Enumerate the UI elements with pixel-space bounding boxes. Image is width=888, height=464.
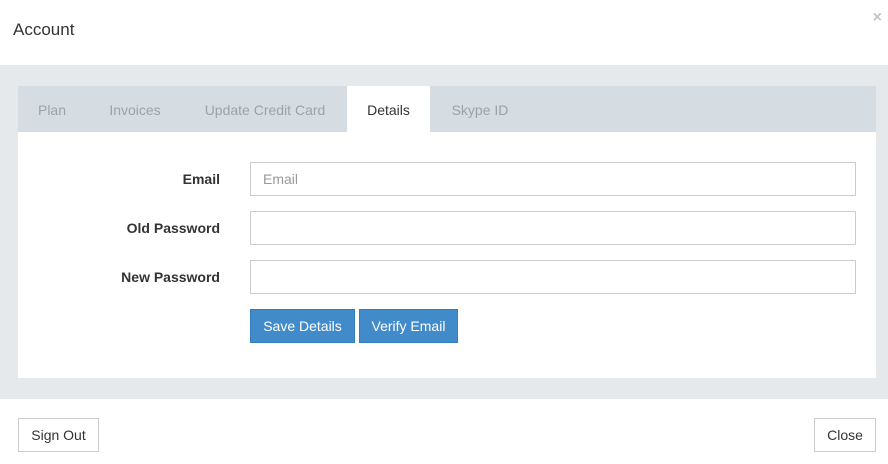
modal-header: Account × xyxy=(0,0,888,65)
modal-body: Plan Invoices Update Credit Card Details… xyxy=(0,65,888,399)
tab-plan[interactable]: Plan xyxy=(18,86,86,132)
email-label: Email xyxy=(182,171,220,187)
new-password-input[interactable] xyxy=(250,260,856,294)
modal-title: Account xyxy=(13,20,75,39)
close-icon[interactable]: × xyxy=(873,10,882,26)
new-password-label: New Password xyxy=(121,269,220,285)
old-password-label: Old Password xyxy=(126,220,220,236)
tab-update-credit-card[interactable]: Update Credit Card xyxy=(184,86,346,132)
sign-out-button[interactable]: Sign Out xyxy=(18,418,99,452)
tab-details[interactable]: Details xyxy=(347,86,430,132)
old-password-input[interactable] xyxy=(250,211,856,245)
email-input[interactable] xyxy=(250,162,856,196)
modal-footer: Sign Out Close xyxy=(0,399,888,464)
tab-skype-id[interactable]: Skype ID xyxy=(430,86,530,132)
details-panel: Email Old Password New Password Save Det… xyxy=(18,132,876,378)
close-button[interactable]: Close xyxy=(814,418,876,452)
tabs-bar: Plan Invoices Update Credit Card Details… xyxy=(18,86,876,132)
tab-invoices[interactable]: Invoices xyxy=(86,86,184,132)
verify-email-button[interactable]: Verify Email xyxy=(359,309,458,343)
save-details-button[interactable]: Save Details xyxy=(250,309,355,343)
